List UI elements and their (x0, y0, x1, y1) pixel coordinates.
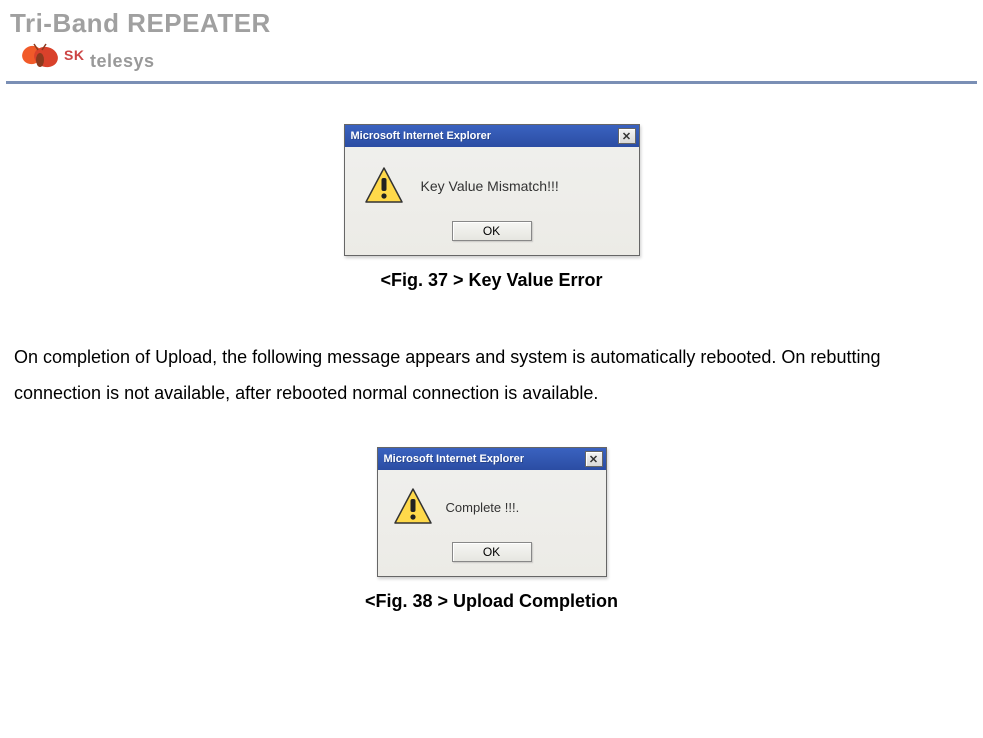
dialog-body: Key Value Mismatch!!! (345, 147, 639, 215)
body-paragraph: On completion of Upload, the following m… (0, 339, 983, 411)
figure-38-caption: <Fig. 38 > Upload Completion (0, 591, 983, 612)
dialog-title: Microsoft Internet Explorer (351, 130, 492, 142)
page-title: Tri-Band REPEATER (0, 8, 983, 39)
logo: SK telesys (0, 43, 983, 75)
dialog-message: Complete !!!. (446, 500, 520, 515)
ok-button[interactable]: OK (452, 221, 532, 241)
dialog-button-row: OK (378, 536, 606, 576)
figure-37-caption: <Fig. 37 > Key Value Error (0, 270, 983, 291)
close-button[interactable]: ✕ (618, 128, 636, 144)
dialog-body: Complete !!!. (378, 470, 606, 536)
close-button[interactable]: ✕ (585, 451, 603, 467)
logo-text: SK telesys (64, 47, 155, 72)
key-value-error-dialog: Microsoft Internet Explorer ✕ Key Value … (344, 124, 640, 256)
dialog-titlebar: Microsoft Internet Explorer ✕ (378, 448, 606, 470)
dialog-title: Microsoft Internet Explorer (384, 453, 525, 465)
header-divider (6, 81, 977, 84)
dialog-titlebar: Microsoft Internet Explorer ✕ (345, 125, 639, 147)
warning-icon (363, 165, 405, 207)
dialog-message: Key Value Mismatch!!! (421, 178, 559, 194)
dialog-button-row: OK (345, 215, 639, 255)
warning-icon (392, 486, 434, 528)
butterfly-icon (20, 43, 60, 75)
ok-button[interactable]: OK (452, 542, 532, 562)
upload-completion-dialog: Microsoft Internet Explorer ✕ Complete !… (377, 447, 607, 577)
